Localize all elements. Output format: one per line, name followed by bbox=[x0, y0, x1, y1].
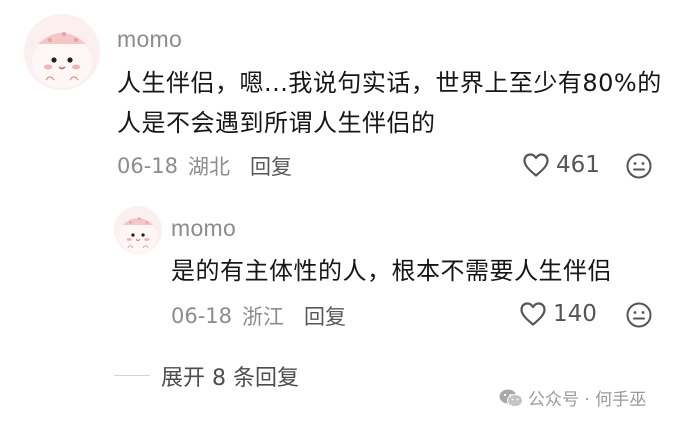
emoji-reaction-button[interactable] bbox=[625, 152, 653, 180]
reply-button[interactable]: 回复 bbox=[250, 151, 292, 181]
pink-cartoon-face-avatar-icon bbox=[24, 14, 100, 90]
emoji-reaction-button[interactable] bbox=[625, 301, 653, 329]
reply-meta: 06-18 浙江 回复 bbox=[171, 301, 346, 331]
reply-text: 是的有主体性的人，根本不需要人生伴侣 bbox=[171, 257, 612, 285]
expand-replies-button[interactable]: 展开 8 条回复 bbox=[161, 360, 299, 392]
avatar[interactable] bbox=[24, 14, 100, 90]
comment-date: 06-18 bbox=[117, 154, 179, 178]
heart-icon bbox=[520, 302, 546, 326]
like-count: 140 bbox=[553, 301, 597, 327]
like-button[interactable]: 461 bbox=[522, 152, 600, 178]
comment-text: 人生伴侣，嗯...我说句实话，世界上至少有80%的人是不会遇到所谓人生伴侣的 bbox=[117, 69, 662, 137]
reply-button[interactable]: 回复 bbox=[304, 301, 346, 331]
wechat-icon bbox=[499, 389, 523, 407]
watermark: 公众号 · 何手巫 bbox=[498, 385, 646, 410]
reply-location: 浙江 bbox=[242, 305, 285, 329]
watermark-text: 公众号 · 何手巫 bbox=[528, 390, 647, 410]
reply-username[interactable]: momo bbox=[171, 215, 236, 242]
like-button[interactable]: 140 bbox=[519, 301, 597, 327]
like-count: 461 bbox=[556, 152, 600, 178]
avatar[interactable] bbox=[114, 206, 162, 254]
smiley-icon bbox=[626, 302, 652, 328]
comment-location: 湖北 bbox=[188, 155, 231, 179]
expand-divider bbox=[114, 375, 150, 376]
comment-meta: 06-18 湖北 回复 bbox=[117, 151, 292, 181]
comment-username[interactable]: momo bbox=[117, 26, 182, 53]
pink-cartoon-face-avatar-icon bbox=[114, 206, 162, 254]
reply-date: 06-18 bbox=[171, 304, 233, 328]
smiley-icon bbox=[626, 153, 652, 179]
heart-icon bbox=[523, 153, 549, 177]
